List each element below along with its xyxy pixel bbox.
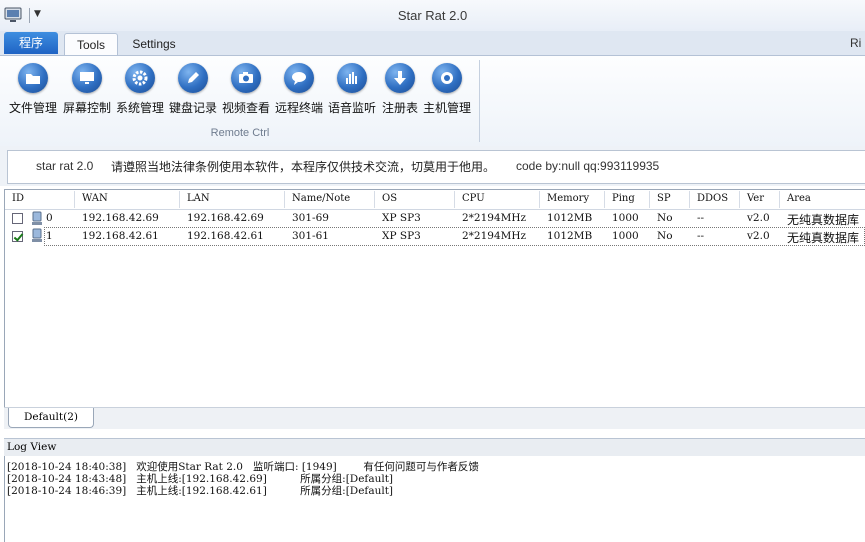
quick-access-dropdown-icon[interactable]: ▼: [34, 9, 41, 19]
video-view-button[interactable]: 视频查看: [220, 60, 272, 116]
button-label: 键盘记录: [168, 101, 217, 115]
column-header-cpu[interactable]: CPU: [462, 193, 485, 204]
column-header-area[interactable]: Area: [787, 193, 811, 204]
group-tab-strip: [4, 407, 865, 429]
column-header-os[interactable]: OS: [382, 193, 397, 204]
registry-button[interactable]: 注册表: [379, 60, 421, 116]
cell-area: 无纯真数据库: [787, 213, 860, 227]
cell-id: 0: [46, 212, 53, 224]
column-divider[interactable]: [454, 191, 455, 208]
host-manager-button[interactable]: 主机管理: [421, 60, 473, 116]
banner-notice: 请遵照当地法律条例使用本软件，本程序仅供技术交流，切莫用于他用。: [111, 160, 496, 174]
tab-program[interactable]: 程序: [4, 32, 58, 54]
column-divider[interactable]: [604, 191, 605, 208]
column-header-memory[interactable]: Memory: [547, 193, 589, 204]
cell-ping: 1000: [612, 212, 639, 224]
folder-icon: [18, 63, 48, 93]
cell-name-note: 301-69: [292, 212, 329, 224]
column-divider[interactable]: [779, 191, 780, 208]
tab-group-default[interactable]: Default(2): [8, 408, 94, 428]
column-header-ver[interactable]: Ver: [747, 193, 764, 204]
cell-wan: 192.168.42.61: [82, 230, 159, 242]
tab-settings[interactable]: Settings: [124, 33, 184, 55]
cell-ver: v2.0: [747, 230, 770, 242]
cell-cpu: 2*2194MHz: [462, 212, 527, 224]
cell-ddos: --: [697, 230, 705, 242]
cell-lan: 192.168.42.69: [187, 212, 264, 224]
tab-right-truncated[interactable]: Ri: [850, 36, 861, 50]
remote-terminal-button[interactable]: 远程终端: [273, 60, 325, 116]
cell-ver: v2.0: [747, 212, 770, 224]
column-header-lan[interactable]: LAN: [187, 193, 210, 204]
camera-icon: [231, 63, 261, 93]
cell-cpu: 2*2194MHz: [462, 230, 527, 242]
button-label: 主机管理: [422, 101, 471, 115]
cell-id: 1: [46, 230, 53, 242]
cell-name-note: 301-61: [292, 230, 329, 242]
cell-os: XP SP3: [382, 212, 421, 224]
cell-memory: 1012MB: [547, 212, 593, 224]
button-label: 文件管理: [8, 101, 57, 115]
badge-icon: [432, 63, 462, 93]
equalizer-icon: [337, 63, 367, 93]
button-label: 注册表: [381, 101, 418, 115]
system-manager-button[interactable]: 系统管理: [114, 60, 166, 116]
table-row-selected[interactable]: [44, 227, 865, 246]
cell-sp: No: [657, 230, 673, 242]
column-header-ping[interactable]: Ping: [612, 193, 635, 204]
row-checkbox[interactable]: [12, 231, 23, 242]
chat-bubble-icon: [284, 63, 314, 93]
button-label: 远程终端: [274, 101, 323, 115]
keylogger-button[interactable]: 键盘记录: [167, 60, 219, 116]
monitor-icon: [72, 63, 102, 93]
column-divider[interactable]: [179, 191, 180, 208]
ribbon-group-label: Remote Ctrl: [210, 127, 270, 139]
computer-icon: [31, 228, 43, 243]
cell-os: XP SP3: [382, 230, 421, 242]
app-menu-icon[interactable]: [4, 7, 22, 23]
gear-icon: [125, 63, 155, 93]
row-checkbox[interactable]: [12, 213, 23, 224]
window-title: Star Rat 2.0: [397, 8, 468, 23]
column-divider[interactable]: [374, 191, 375, 208]
log-line: [2018-10-24 18:46:39] 主机上线:[192.168.42.6…: [7, 485, 394, 497]
button-label: 视频查看: [221, 101, 270, 115]
banner-app-name: star rat 2.0: [36, 159, 94, 173]
host-list-header: [5, 190, 865, 210]
file-manager-button[interactable]: 文件管理: [8, 60, 58, 116]
column-divider[interactable]: [284, 191, 285, 208]
log-view-title: Log View: [7, 441, 57, 453]
button-label: 语音监听: [327, 101, 376, 115]
cell-memory: 1012MB: [547, 230, 593, 242]
column-divider[interactable]: [689, 191, 690, 208]
tab-tools[interactable]: Tools: [64, 33, 118, 56]
column-header-wan[interactable]: WAN: [82, 193, 108, 204]
column-divider[interactable]: [739, 191, 740, 208]
button-label: 系统管理: [115, 101, 164, 115]
cell-ping: 1000: [612, 230, 639, 242]
column-divider[interactable]: [74, 191, 75, 208]
column-divider[interactable]: [539, 191, 540, 208]
column-divider[interactable]: [649, 191, 650, 208]
column-header-name-note[interactable]: Name/Note: [292, 193, 350, 204]
audio-monitor-button[interactable]: 语音监听: [326, 60, 378, 116]
column-header-sp[interactable]: SP: [657, 193, 671, 204]
cell-area: 无纯真数据库: [787, 231, 860, 245]
cell-lan: 192.168.42.61: [187, 230, 264, 242]
computer-icon: [31, 211, 43, 226]
column-header-ddos[interactable]: DDOS: [697, 193, 728, 204]
banner-credit: code by:null qq:993119935: [516, 159, 660, 173]
column-header-id[interactable]: ID: [12, 193, 24, 204]
button-label: 屏幕控制: [62, 101, 111, 115]
cell-sp: No: [657, 212, 673, 224]
pencil-icon: [178, 63, 208, 93]
cell-wan: 192.168.42.69: [82, 212, 159, 224]
cell-ddos: --: [697, 212, 705, 224]
toolbar-divider: [29, 8, 30, 23]
download-arrow-icon: [385, 63, 415, 93]
screen-control-button[interactable]: 屏幕控制: [61, 60, 113, 116]
log-view-header: [4, 438, 865, 457]
